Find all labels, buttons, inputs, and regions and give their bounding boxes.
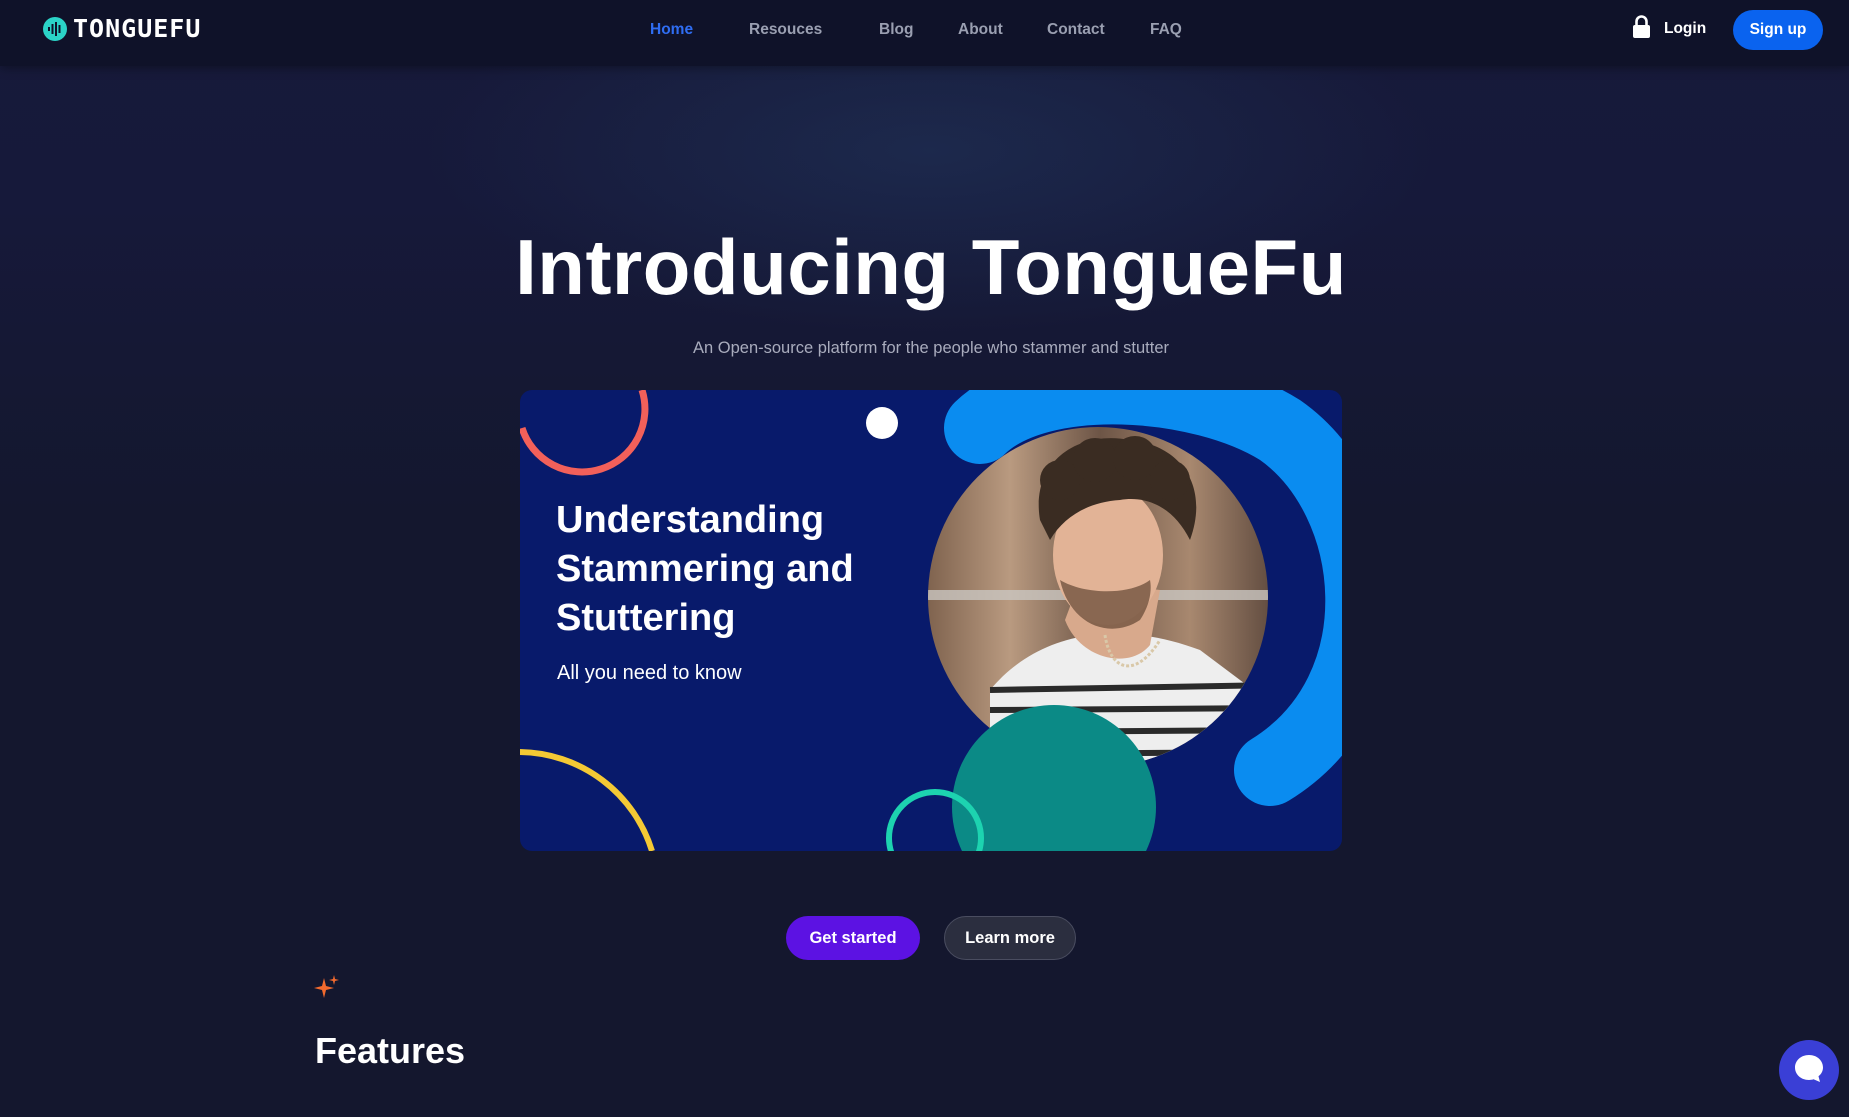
- sparkle-icon: [314, 975, 340, 1001]
- nav-item-about[interactable]: About: [958, 18, 1003, 42]
- lock-icon: [1632, 14, 1651, 44]
- soundwave-logo-icon: [43, 17, 67, 41]
- nav-item-contact[interactable]: Contact: [1047, 18, 1105, 42]
- brand-name: TONGUEFU: [73, 14, 202, 43]
- signup-button[interactable]: Sign up: [1733, 10, 1823, 50]
- banner-subheading: All you need to know: [557, 662, 742, 684]
- chat-widget-button[interactable]: [1779, 1040, 1839, 1100]
- nav-item-resources[interactable]: Resouces: [749, 18, 822, 42]
- features-heading: Features: [315, 1030, 466, 1071]
- login-link[interactable]: Login: [1632, 14, 1707, 44]
- nav-item-blog[interactable]: Blog: [879, 18, 913, 42]
- nav-item-home[interactable]: Home: [650, 18, 693, 42]
- banner-heading: Understanding Stammering and Stuttering: [556, 499, 854, 639]
- hero-banner-image: Understanding Stammering and Stuttering …: [520, 390, 1342, 851]
- yellow-arc-decoration: [520, 749, 655, 851]
- login-label: Login: [1664, 20, 1707, 37]
- nav-item-faq[interactable]: FAQ: [1150, 18, 1182, 42]
- hero-title: Introducing TongueFu: [515, 223, 1347, 311]
- coral-arc-decoration: [520, 390, 649, 476]
- brand-logo[interactable]: TONGUEFU: [43, 14, 201, 44]
- get-started-button[interactable]: Get started: [786, 916, 920, 960]
- learn-more-button[interactable]: Learn more: [944, 916, 1076, 960]
- hero-subtitle: An Open-source platform for the people w…: [693, 339, 1169, 357]
- top-navbar: TONGUEFU Home Resouces Blog About Contac…: [0, 0, 1849, 66]
- white-dot-decoration: [866, 407, 898, 439]
- chat-bubble-icon: [1792, 1051, 1826, 1090]
